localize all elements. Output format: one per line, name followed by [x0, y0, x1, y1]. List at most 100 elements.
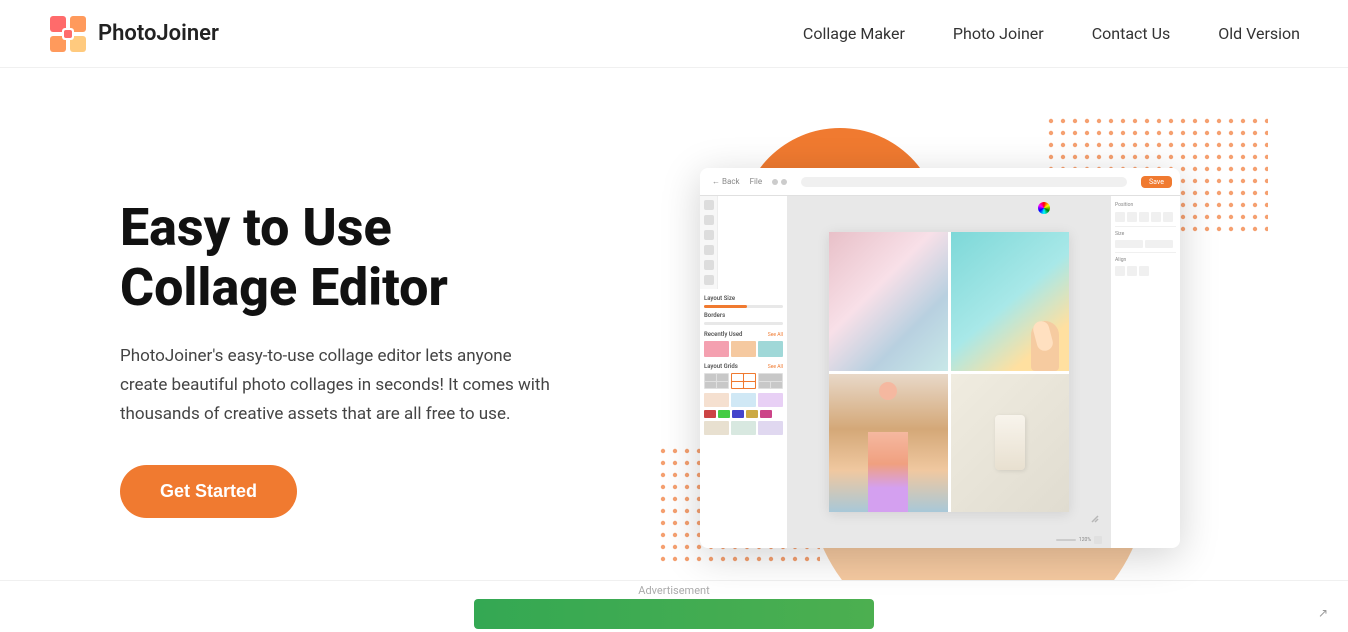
- sidebar-icon-5: [704, 260, 714, 270]
- sidebar-layout-grids-title: Layout Grids: [704, 363, 738, 370]
- props-tool-1: [1115, 212, 1125, 222]
- props-tool-5: [1163, 212, 1173, 222]
- props-size-row: [1115, 240, 1176, 248]
- swatch-red: [704, 410, 716, 418]
- sidebar-see-all-1[interactable]: See All: [768, 332, 783, 338]
- props-align-2: [1127, 266, 1137, 276]
- sidebar-layout-slider: [704, 305, 783, 308]
- hero-headline: Easy to Use Collage Editor: [120, 198, 600, 318]
- zoom-slider: [1056, 539, 1076, 541]
- headline-line2: Collage Editor: [120, 257, 448, 318]
- mockup-props-panel: Position Size Align: [1110, 196, 1180, 548]
- props-align-1: [1115, 266, 1125, 276]
- swatch-pink: [760, 410, 772, 418]
- sidebar-icons: [700, 196, 718, 289]
- nav-links: Collage Maker Photo Joiner Contact Us Ol…: [803, 24, 1300, 43]
- layout-th-1: [704, 393, 729, 407]
- collage-cell-teal: [951, 232, 1070, 371]
- small-item-3: [758, 421, 783, 435]
- sidebar-recent-title: Recently Used: [704, 331, 742, 338]
- resize-handle: [1090, 509, 1100, 528]
- sidebar-slider-fill: [704, 305, 747, 308]
- sidebar-icon-3: [704, 230, 714, 240]
- mockup-toolbar: ← Back File Save: [700, 168, 1180, 196]
- advertisement-bar: Advertisement ↗: [0, 580, 1348, 632]
- layout-opt-2-active[interactable]: [731, 373, 756, 389]
- hero-left: Easy to Use Collage Editor PhotoJoiner's…: [120, 198, 600, 517]
- props-divider-2: [1115, 252, 1176, 253]
- collage-cell-pink: [829, 232, 948, 371]
- layout-th-3: [758, 393, 783, 407]
- toolbar-save-btn[interactable]: Save: [1141, 176, 1172, 188]
- layout-opt-3[interactable]: [758, 373, 783, 389]
- props-align-row: [1115, 266, 1176, 276]
- sidebar-see-all-2[interactable]: See All: [768, 364, 783, 370]
- props-divider: [1115, 226, 1176, 227]
- nav-link-collage-maker[interactable]: Collage Maker: [803, 24, 905, 43]
- nav-link-photo-joiner[interactable]: Photo Joiner: [953, 24, 1044, 43]
- sidebar-icon-1: [704, 200, 714, 210]
- sidebar-icon-2: [704, 215, 714, 225]
- toolbar-file: File: [750, 177, 763, 186]
- ad-label: Advertisement: [638, 584, 709, 597]
- product-bottle: [995, 415, 1025, 470]
- sidebar-icon-6: [704, 275, 714, 285]
- canvas-color-wheel: [1038, 202, 1050, 214]
- hero-right: // Generate dots in SVG: [640, 108, 1268, 608]
- zoom-level: 120%: [1079, 537, 1091, 543]
- app-mockup: ← Back File Save: [700, 168, 1180, 548]
- props-tool-4: [1151, 212, 1161, 222]
- sidebar-layout-grid: [704, 373, 783, 389]
- small-item-1: [704, 421, 729, 435]
- props-align-label: Align: [1115, 257, 1176, 263]
- sidebar-recent-thumbs: [704, 341, 783, 357]
- sidebar-layout-title: Layout Size: [704, 295, 783, 302]
- collage-cell-girl: [829, 374, 948, 513]
- sidebar-more-layouts: [704, 393, 783, 407]
- thumb-2: [731, 341, 756, 357]
- sidebar-borders-title: Borders: [704, 312, 783, 319]
- props-size-label: Size: [1115, 231, 1176, 237]
- toolbar-back: ← Back: [712, 177, 740, 186]
- mockup-sidebar: Layout Size Borders Recently Used See Al…: [700, 196, 788, 548]
- girl-head: [879, 382, 897, 400]
- props-align-3: [1139, 266, 1149, 276]
- ad-banner-content: [474, 599, 874, 629]
- mockup-body: Layout Size Borders Recently Used See Al…: [700, 196, 1180, 548]
- toolbar-icon-1: [772, 179, 778, 185]
- props-height-input: [1145, 240, 1173, 248]
- layout-th-2: [731, 393, 756, 407]
- layout-opt-1[interactable]: [704, 373, 729, 389]
- sidebar-panels: Layout Size Borders Recently Used See Al…: [700, 289, 787, 548]
- canvas-collage: [829, 232, 1069, 512]
- nav-link-old-version[interactable]: Old Version: [1218, 24, 1300, 43]
- toolbar-icon-2: [781, 179, 787, 185]
- props-tools-row: [1115, 212, 1176, 222]
- logo-link[interactable]: PhotoJoiner: [48, 14, 219, 54]
- canvas-zoom-controls: 120%: [1056, 536, 1102, 544]
- logo-icon: [48, 14, 88, 54]
- get-started-button[interactable]: Get Started: [120, 465, 297, 518]
- thumb-3: [758, 341, 783, 357]
- swatch-green: [718, 410, 730, 418]
- navbar: PhotoJoiner Collage Maker Photo Joiner C…: [0, 0, 1348, 68]
- mockup-canvas: 120%: [788, 196, 1110, 548]
- nav-link-contact-us[interactable]: Contact Us: [1092, 24, 1171, 43]
- sidebar-small-items: [704, 421, 783, 435]
- sidebar-icon-4: [704, 245, 714, 255]
- props-panel-title: Position: [1115, 202, 1176, 208]
- ad-link-icon: ↗: [1318, 606, 1328, 620]
- zoom-expand: [1094, 536, 1102, 544]
- sidebar-color-swatches: [704, 410, 783, 418]
- props-tool-3: [1139, 212, 1149, 222]
- props-tool-2: [1127, 212, 1137, 222]
- swatch-blue: [732, 410, 744, 418]
- collage-cell-cream: [951, 374, 1070, 513]
- sidebar-border-slider: [704, 322, 783, 325]
- girl-body: [868, 432, 908, 512]
- headline-line1: Easy to Use: [120, 197, 392, 258]
- hero-description: PhotoJoiner's easy-to-use collage editor…: [120, 342, 560, 429]
- small-item-2: [731, 421, 756, 435]
- sidebar-layouts-header: Layout Grids See All: [704, 363, 783, 370]
- sidebar-recent-header: Recently Used See All: [704, 331, 783, 338]
